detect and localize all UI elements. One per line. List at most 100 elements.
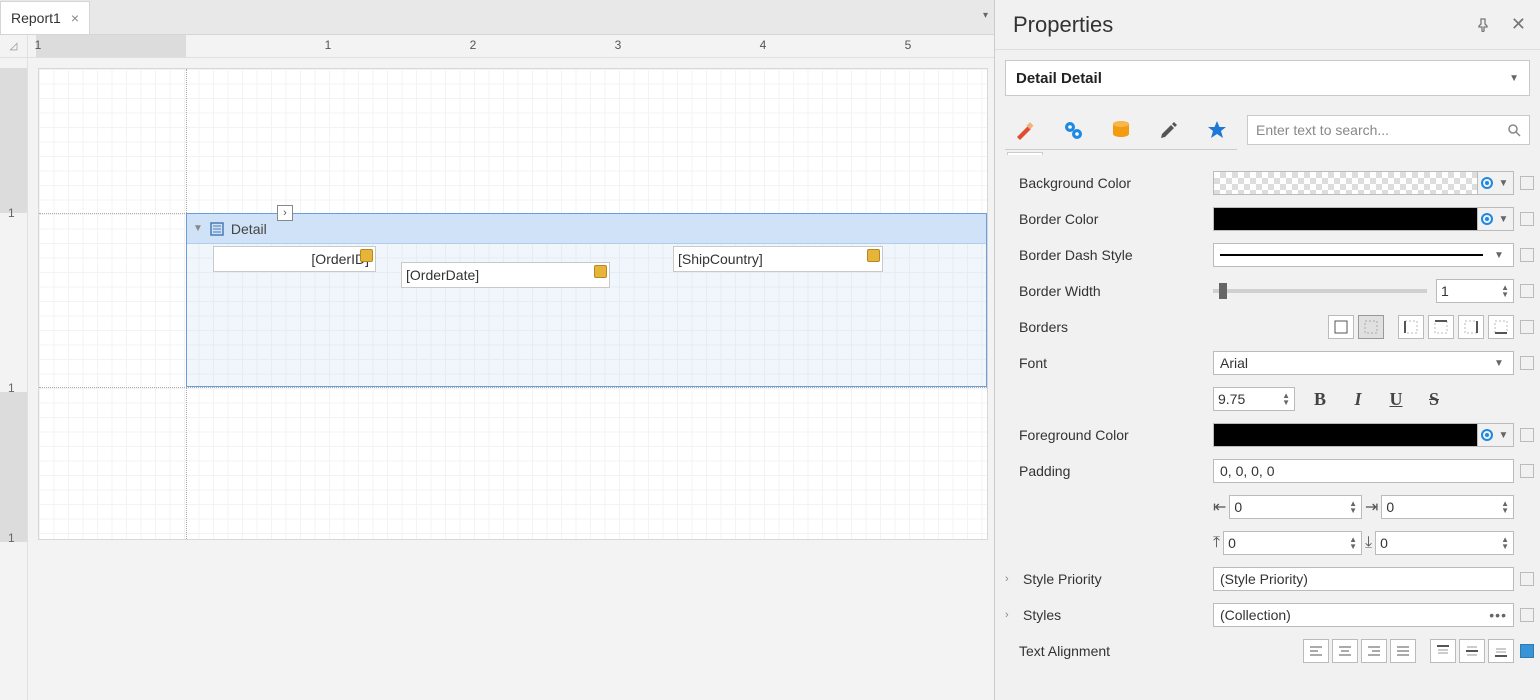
reset-marker[interactable]	[1520, 572, 1534, 586]
reset-marker[interactable]	[1520, 284, 1534, 298]
prop-label-borders: Borders	[1001, 319, 1213, 335]
ruler-vmark: 1	[8, 381, 15, 395]
padding-right-icon: ⇥	[1365, 497, 1378, 517]
expand-icon[interactable]: ›	[1005, 609, 1017, 621]
document-tab[interactable]: Report1 ×	[0, 1, 90, 34]
prop-label-style-priority: Style Priority	[1023, 571, 1102, 587]
font-size-input[interactable]: 9.75 ▲▼	[1213, 387, 1295, 411]
ruler-mark: 1	[35, 38, 42, 52]
border-bottom-button[interactable]	[1488, 315, 1514, 339]
font-name-dropdown[interactable]: Arial ▼	[1213, 351, 1514, 375]
border-width-value: 1	[1441, 283, 1449, 299]
border-top-button[interactable]	[1428, 315, 1454, 339]
report-page[interactable]: ▼ Detail › [OrderID] [OrderDa	[38, 68, 988, 540]
search-icon	[1507, 123, 1521, 137]
pin-icon[interactable]	[1476, 18, 1490, 32]
property-search-input[interactable]: Enter text to search...	[1247, 115, 1530, 145]
style-priority-value[interactable]: (Style Priority)	[1213, 567, 1514, 591]
color-picker-icon[interactable]: ▼	[1477, 423, 1513, 447]
prop-label-font: Font	[1001, 355, 1213, 371]
border-width-slider[interactable]	[1213, 289, 1427, 293]
data-tab-icon[interactable]	[1109, 118, 1133, 142]
borders-button-group	[1328, 315, 1514, 339]
styles-collection-editor[interactable]: (Collection) •••	[1213, 603, 1514, 627]
padding-top-icon: ⤒	[1213, 534, 1220, 552]
ruler-mark: 5	[905, 38, 912, 52]
font-name-value: Arial	[1220, 355, 1248, 371]
ruler-corner: ◿	[0, 35, 28, 57]
border-width-input[interactable]: 1 ▲▼	[1436, 279, 1514, 303]
italic-button[interactable]: I	[1346, 387, 1370, 411]
design-tab-icon[interactable]	[1157, 118, 1181, 142]
close-icon[interactable]: ×	[71, 10, 79, 26]
chevron-down-icon: ▼	[1491, 250, 1507, 261]
padding-bottom-icon: ⤓	[1365, 534, 1372, 552]
border-left-button[interactable]	[1398, 315, 1424, 339]
vertical-align-group	[1430, 639, 1514, 663]
report-designer-surface: Report1 × ▾ ◿ 1 1 2 3 4 5	[0, 0, 995, 700]
spinner-buttons[interactable]: ▲▼	[1501, 284, 1509, 298]
favorites-tab-icon[interactable]	[1205, 118, 1229, 142]
reset-marker[interactable]	[1520, 176, 1534, 190]
ruler-mark: 2	[470, 38, 477, 52]
reset-marker[interactable]	[1520, 356, 1534, 370]
reset-marker[interactable]	[1520, 464, 1534, 478]
padding-left-input[interactable]: 0 ▲▼	[1229, 495, 1362, 519]
strikeout-button[interactable]: S	[1422, 387, 1446, 411]
reset-marker[interactable]	[1520, 608, 1534, 622]
field-label: [ShipCountry]	[678, 251, 763, 267]
foreground-color-picker[interactable]: ▼	[1213, 423, 1514, 447]
align-left-button[interactable]	[1303, 639, 1329, 663]
field-orderid[interactable]: [OrderID]	[213, 246, 376, 272]
appearance-tab-icon[interactable]	[1013, 118, 1037, 142]
close-icon[interactable]: ✕	[1511, 14, 1526, 35]
align-center-button[interactable]	[1332, 639, 1358, 663]
border-all-button[interactable]	[1328, 315, 1354, 339]
valign-top-button[interactable]	[1430, 639, 1456, 663]
band-type-icon	[209, 221, 225, 237]
horizontal-align-group	[1303, 639, 1416, 663]
padding-top-input[interactable]: 0 ▲▼	[1223, 531, 1362, 555]
padding-bottom-input[interactable]: 0 ▲▼	[1375, 531, 1514, 555]
ruler-vmark: 1	[8, 206, 15, 220]
detail-band[interactable]: ▼ Detail › [OrderID] [OrderDa	[186, 213, 987, 387]
padding-right-input[interactable]: 0 ▲▼	[1381, 495, 1514, 519]
border-none-button[interactable]	[1358, 315, 1384, 339]
border-color-picker[interactable]: ▼	[1213, 207, 1514, 231]
ruler-vertical: 1 1 1	[0, 58, 28, 700]
tab-overflow-dropdown[interactable]: ▾	[983, 10, 988, 21]
spinner-buttons[interactable]: ▲▼	[1282, 392, 1290, 406]
design-canvas[interactable]: ▼ Detail › [OrderID] [OrderDa	[28, 58, 994, 700]
reset-marker[interactable]	[1520, 428, 1534, 442]
ellipsis-icon[interactable]: •••	[1489, 607, 1507, 623]
bold-button[interactable]: B	[1308, 387, 1332, 411]
search-placeholder: Enter text to search...	[1256, 122, 1389, 138]
valign-middle-button[interactable]	[1459, 639, 1485, 663]
color-picker-icon[interactable]: ▼	[1477, 207, 1513, 231]
underline-button[interactable]: U	[1384, 387, 1408, 411]
color-picker-icon[interactable]: ▼	[1477, 171, 1513, 195]
reset-marker[interactable]	[1520, 212, 1534, 226]
behavior-tab-icon[interactable]	[1061, 118, 1085, 142]
border-dash-dropdown[interactable]: ▼	[1213, 243, 1514, 267]
smart-tag-icon[interactable]: ›	[277, 205, 293, 221]
align-justify-button[interactable]	[1390, 639, 1416, 663]
document-tab-label: Report1	[11, 10, 61, 26]
field-shipcountry[interactable]: [ShipCountry]	[673, 246, 883, 272]
reset-marker[interactable]	[1520, 248, 1534, 262]
padding-input[interactable]: 0, 0, 0, 0	[1213, 459, 1514, 483]
object-selector-text: Detail Detail	[1016, 70, 1102, 87]
border-right-button[interactable]	[1458, 315, 1484, 339]
reset-marker[interactable]	[1520, 320, 1534, 334]
band-header[interactable]: ▼ Detail ›	[187, 214, 986, 244]
prop-label-styles: Styles	[1023, 607, 1061, 623]
align-right-button[interactable]	[1361, 639, 1387, 663]
object-selector-dropdown[interactable]: Detail Detail ▼	[1005, 60, 1530, 96]
prop-label-border-dash: Border Dash Style	[1001, 247, 1213, 263]
background-color-picker[interactable]: ▼	[1213, 171, 1514, 195]
valign-bottom-button[interactable]	[1488, 639, 1514, 663]
expand-icon[interactable]: ›	[1005, 573, 1017, 585]
collapse-icon[interactable]: ▼	[193, 223, 203, 234]
reset-marker[interactable]	[1520, 644, 1534, 658]
field-orderdate[interactable]: [OrderDate]	[401, 262, 610, 288]
